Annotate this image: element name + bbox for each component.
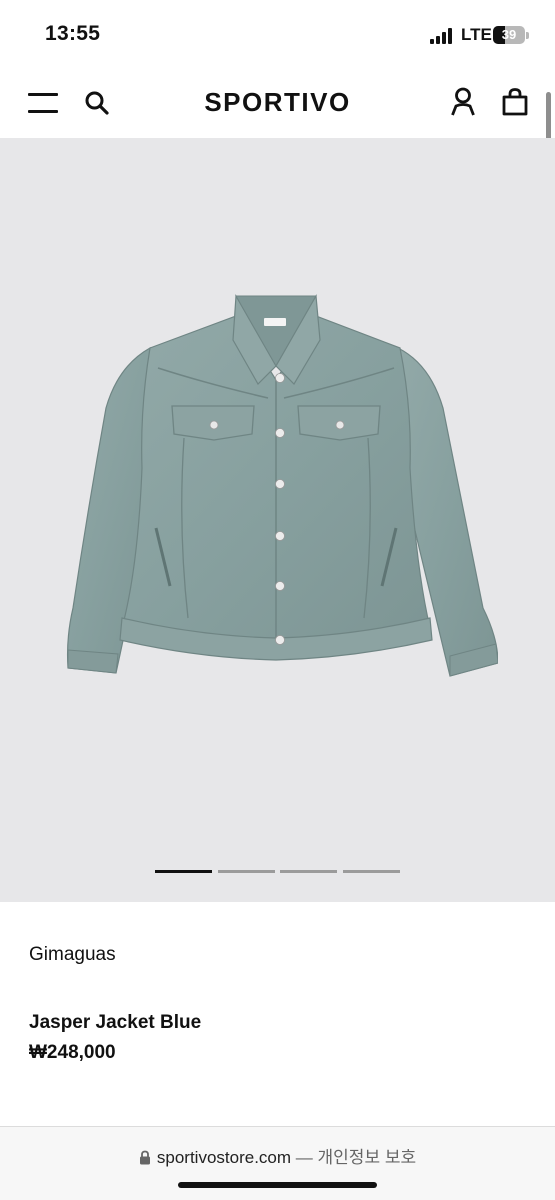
signal-icon	[430, 28, 454, 44]
home-indicator	[178, 1182, 377, 1188]
gallery-slide-indicator[interactable]	[280, 870, 337, 873]
product-image-jacket	[66, 293, 498, 677]
product-brand[interactable]: Gimaguas	[29, 944, 116, 966]
battery-icon: 39	[493, 26, 525, 44]
product-price: ₩248,000	[29, 1042, 116, 1063]
account-icon[interactable]	[450, 87, 476, 117]
browser-address-bar[interactable]: sportivostore.com — 개인정보 보호	[0, 1126, 555, 1200]
gallery-slide-indicator[interactable]	[218, 870, 275, 873]
gallery-slide-indicator[interactable]	[155, 870, 212, 873]
product-image-gallery[interactable]	[0, 138, 555, 902]
gallery-slide-indicator[interactable]	[343, 870, 400, 873]
status-time: 13:55	[45, 22, 101, 45]
gallery-pagination	[155, 870, 405, 874]
url-text: sportivostore.com	[156, 1148, 292, 1167]
product-name: Jasper Jacket Blue	[29, 1012, 202, 1033]
url-separator: —	[295, 1148, 313, 1167]
battery-cap	[526, 32, 529, 39]
url-row[interactable]: sportivostore.com — 개인정보 보호	[0, 1143, 555, 1170]
site-header: SPORTIVO	[0, 70, 555, 138]
network-type: LTE	[461, 25, 492, 44]
battery-level: 39	[501, 27, 517, 42]
status-bar: 13:55 LTE 39	[0, 0, 555, 70]
lock-icon	[139, 1150, 151, 1170]
bag-icon[interactable]	[501, 87, 529, 117]
privacy-label: 개인정보 보호	[317, 1148, 417, 1167]
